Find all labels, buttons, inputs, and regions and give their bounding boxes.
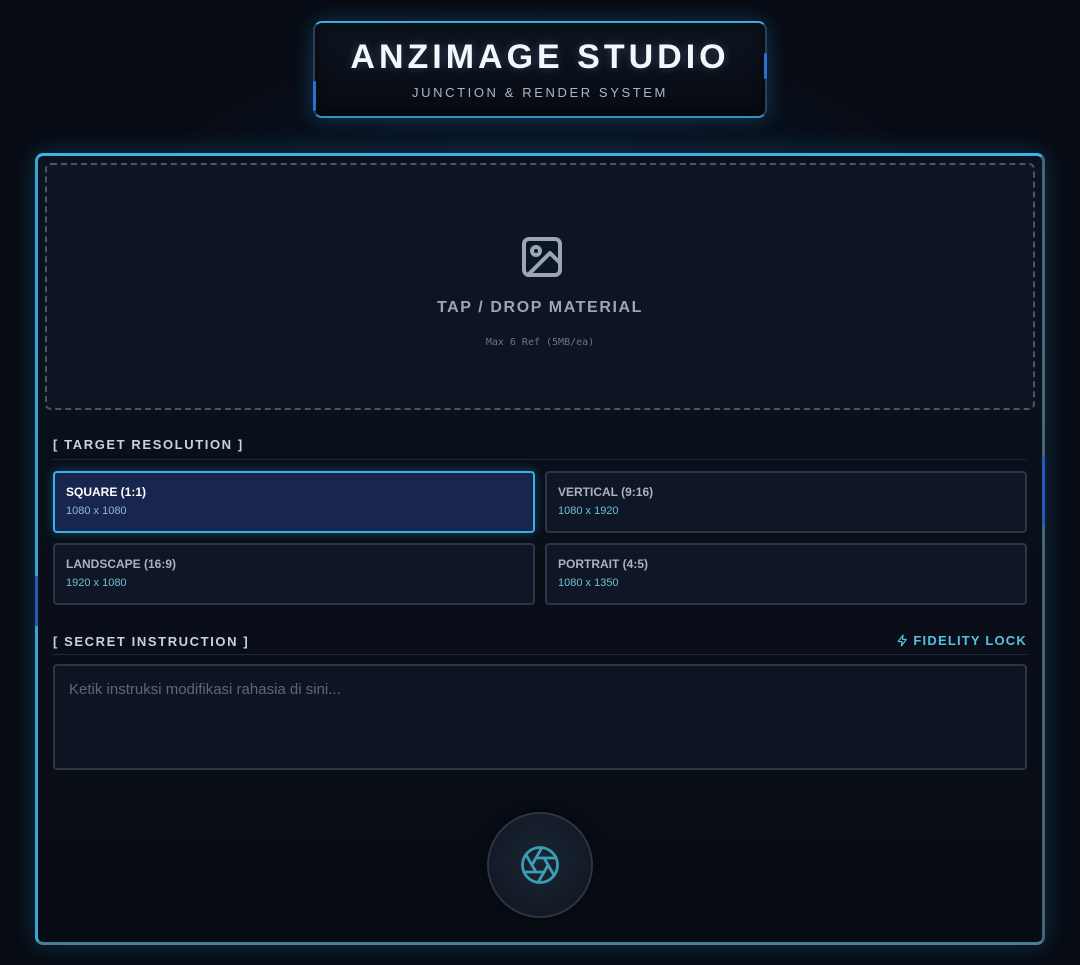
panel-accent-left — [35, 576, 38, 626]
app-header: ANZIMAGE STUDIO JUNCTION & RENDER SYSTEM — [313, 21, 767, 118]
aperture-icon — [521, 846, 559, 884]
resolution-option-landscape[interactable]: LANDSCAPE (16:9) 1920 x 1080 — [53, 543, 535, 605]
instruction-divider — [53, 654, 1027, 655]
resolution-option-dims: 1920 x 1080 — [66, 577, 127, 589]
resolution-option-name: LANDSCAPE (16:9) — [66, 557, 177, 571]
dropzone-hint: Max 6 Ref (5MB/ea) — [485, 337, 595, 348]
panel-accent-right — [1042, 456, 1045, 526]
generate-button[interactable] — [487, 812, 593, 918]
resolution-divider — [53, 459, 1027, 460]
resolution-option-dims: 1080 x 1350 — [558, 577, 619, 589]
app-title: ANZIMAGE STUDIO — [350, 38, 730, 76]
resolution-option-square[interactable]: SQUARE (1:1) 1080 x 1080 — [53, 471, 535, 533]
resolution-option-name: PORTRAIT (4:5) — [558, 557, 648, 571]
upload-dropzone[interactable]: TAP / DROP MATERIAL Max 6 Ref (5MB/ea) — [45, 163, 1035, 410]
resolution-option-name: VERTICAL (9:16) — [558, 485, 654, 499]
dropzone-title: TAP / DROP MATERIAL — [436, 299, 644, 316]
resolution-option-vertical[interactable]: VERTICAL (9:16) 1080 x 1920 — [545, 471, 1027, 533]
secret-instruction-input[interactable] — [53, 664, 1027, 770]
resolution-option-portrait[interactable]: PORTRAIT (4:5) 1080 x 1350 — [545, 543, 1027, 605]
resolution-label: [ TARGET RESOLUTION ] — [53, 437, 244, 452]
resolution-option-dims: 1080 x 1080 — [66, 505, 127, 517]
fidelity-lock-label: FIDELITY LOCK — [913, 633, 1027, 648]
resolution-option-dims: 1080 x 1920 — [558, 505, 619, 517]
studio-panel: TAP / DROP MATERIAL Max 6 Ref (5MB/ea) [… — [35, 153, 1045, 945]
fidelity-lock-toggle[interactable]: FIDELITY LOCK — [896, 633, 1027, 648]
lightning-icon — [897, 634, 908, 647]
resolution-option-name: SQUARE (1:1) — [66, 485, 147, 499]
app-subtitle: JUNCTION & RENDER SYSTEM — [412, 85, 668, 100]
instruction-label: [ SECRET INSTRUCTION ] — [53, 634, 250, 649]
image-icon — [522, 237, 562, 277]
